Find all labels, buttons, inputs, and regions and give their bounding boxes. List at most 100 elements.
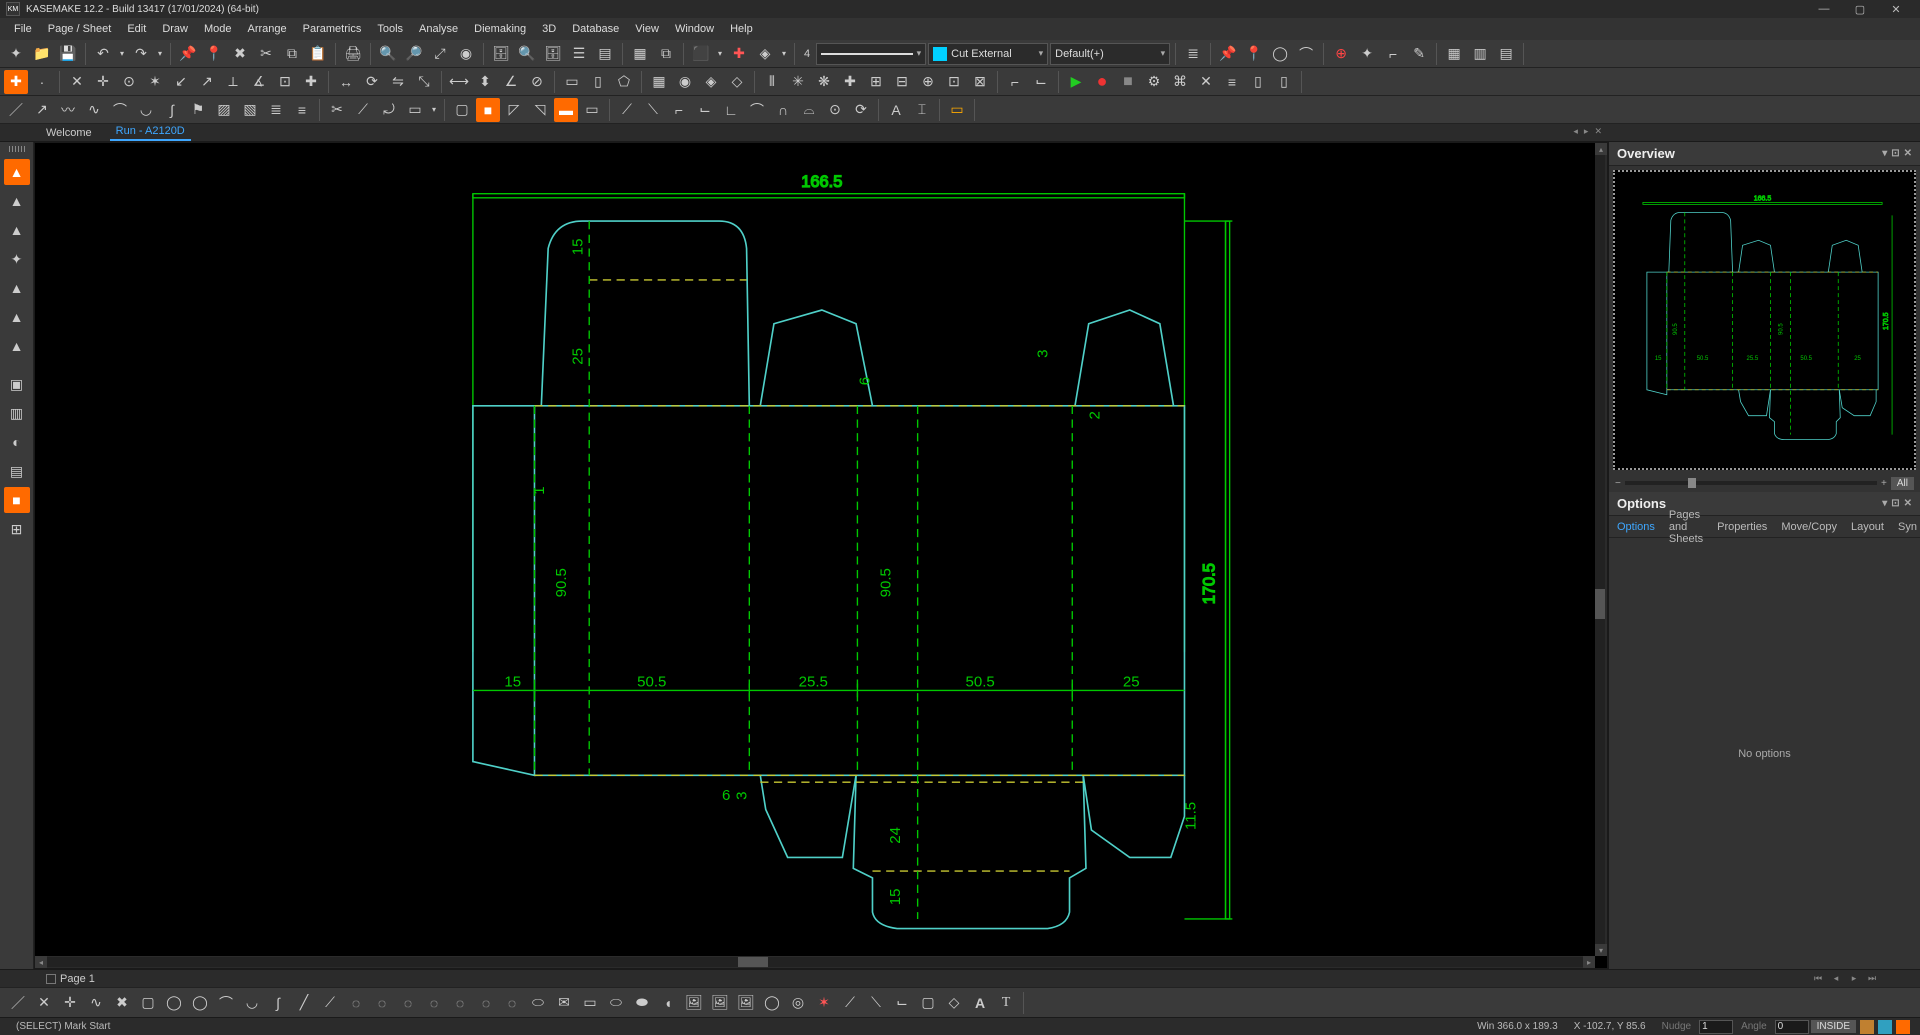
- grid3-icon[interactable]: ▤: [1494, 42, 1518, 66]
- delete-icon[interactable]: ✖: [228, 42, 252, 66]
- align-b-icon[interactable]: ✳: [786, 70, 810, 94]
- layer-combo[interactable]: Default(+) ▾: [1050, 43, 1170, 65]
- bezier-icon[interactable]: ∫: [160, 98, 184, 122]
- scroll-left-icon[interactable]: ◂: [35, 956, 47, 968]
- menu-tools[interactable]: Tools: [369, 20, 411, 38]
- path-a-icon[interactable]: ⟋: [615, 98, 639, 122]
- snap-center-icon[interactable]: ⊕: [1329, 42, 1353, 66]
- sel-pointer-icon[interactable]: ▭: [560, 70, 584, 94]
- path-d-icon[interactable]: ⌙: [693, 98, 717, 122]
- snap-c-icon[interactable]: ⊙: [117, 70, 141, 94]
- record-icon[interactable]: ●: [1090, 70, 1114, 94]
- bt-a-icon[interactable]: ／: [6, 991, 30, 1015]
- bt-ellipse-icon[interactable]: ◯: [162, 991, 186, 1015]
- rect-fill-icon[interactable]: ■: [476, 98, 500, 122]
- bt-textT-icon[interactable]: T: [994, 991, 1018, 1015]
- doc-tab-close-icon[interactable]: ✕: [1594, 126, 1602, 137]
- options-pin-icon[interactable]: ⊡: [1891, 498, 1899, 509]
- opttab-options[interactable]: Options: [1615, 518, 1657, 536]
- arr-d-icon[interactable]: ◇: [725, 70, 749, 94]
- tri-a-icon[interactable]: ◸: [502, 98, 526, 122]
- bt-arc1-icon[interactable]: ⌒: [214, 991, 238, 1015]
- path-f-icon[interactable]: ⌒: [745, 98, 769, 122]
- layers-icon[interactable]: ≣: [1181, 42, 1205, 66]
- new-icon[interactable]: ✦: [4, 42, 28, 66]
- snap-g-icon[interactable]: ⟂: [221, 70, 245, 94]
- opttab-layout[interactable]: Layout: [1849, 518, 1886, 536]
- bt-img3-icon[interactable]: 🖼: [734, 991, 758, 1015]
- corner-a-icon[interactable]: ⌐: [1003, 70, 1027, 94]
- zoom-plus-icon[interactable]: +: [1881, 478, 1887, 489]
- bt-cc2-icon[interactable]: ◎: [786, 991, 810, 1015]
- trim-a-icon[interactable]: ✂: [325, 98, 349, 122]
- bt-d-icon[interactable]: ∿: [84, 991, 108, 1015]
- dim-circle-icon[interactable]: ◯: [1268, 42, 1292, 66]
- page-last-icon[interactable]: ⏭: [1864, 973, 1880, 984]
- copy-icon[interactable]: ⧉: [280, 42, 304, 66]
- linetype-combo[interactable]: Cut External ▾: [928, 43, 1048, 65]
- zoom-extents-icon[interactable]: ⤢: [428, 42, 452, 66]
- dim-v-icon[interactable]: ⬍: [473, 70, 497, 94]
- options-min-icon[interactable]: ▾: [1882, 498, 1887, 509]
- trim-drop-icon[interactable]: ▾: [429, 98, 439, 122]
- trim-d-icon[interactable]: ▭: [403, 98, 427, 122]
- menu-arrange[interactable]: Arrange: [240, 20, 295, 38]
- bt-cc1-icon[interactable]: ◯: [760, 991, 784, 1015]
- sel-rect-icon[interactable]: ▯: [586, 70, 610, 94]
- zoom-minus-icon[interactable]: −: [1615, 478, 1621, 489]
- scale-icon[interactable]: ⤡: [412, 70, 436, 94]
- dim-pin1-icon[interactable]: 📌: [1216, 42, 1240, 66]
- page-next-icon[interactable]: ▸: [1846, 973, 1862, 984]
- snap-end-icon[interactable]: ✦: [1355, 42, 1379, 66]
- tab-welcome[interactable]: Welcome: [40, 125, 98, 141]
- arr-c-icon[interactable]: ◈: [699, 70, 723, 94]
- layout2-icon[interactable]: ⧉: [654, 42, 678, 66]
- bt-arc2-icon[interactable]: ◡: [240, 991, 264, 1015]
- cube2-icon[interactable]: ◈: [753, 42, 777, 66]
- snap-j-icon[interactable]: ✚: [299, 70, 323, 94]
- page-first-icon[interactable]: ⏮: [1810, 973, 1826, 984]
- align-i-icon[interactable]: ⊠: [968, 70, 992, 94]
- redo-drop-icon[interactable]: ▾: [155, 42, 165, 66]
- panel-c-icon[interactable]: ◐: [4, 429, 30, 455]
- page-visible-checkbox[interactable]: [46, 974, 56, 984]
- page-tab-1[interactable]: Page 1: [40, 971, 101, 987]
- inside-button[interactable]: INSIDE: [1811, 1020, 1856, 1033]
- overview-min-icon[interactable]: ▾: [1882, 148, 1887, 159]
- path-b-icon[interactable]: ⟍: [641, 98, 665, 122]
- minimize-button[interactable]: —: [1806, 0, 1842, 18]
- select-edit-icon[interactable]: ▲: [4, 304, 30, 330]
- menu-draw[interactable]: Draw: [154, 20, 196, 38]
- text-icon[interactable]: A: [884, 98, 908, 122]
- trim-c-icon[interactable]: ⤾: [377, 98, 401, 122]
- overview-close-icon[interactable]: ✕: [1904, 148, 1912, 159]
- panel-b-icon[interactable]: ▥: [4, 400, 30, 426]
- bt-box-icon[interactable]: ▢: [916, 991, 940, 1015]
- align-d-icon[interactable]: ✚: [838, 70, 862, 94]
- bt-c-icon[interactable]: ✛: [58, 991, 82, 1015]
- align-e-icon[interactable]: ⊞: [864, 70, 888, 94]
- dim-rad-icon[interactable]: ⊘: [525, 70, 549, 94]
- grid2-icon[interactable]: ▥: [1468, 42, 1492, 66]
- text2-icon[interactable]: ⌶: [910, 98, 934, 122]
- align-h-icon[interactable]: ⊡: [942, 70, 966, 94]
- script-c-icon[interactable]: ✕: [1194, 70, 1218, 94]
- bt-rr1-icon[interactable]: ▭: [578, 991, 602, 1015]
- database-icon[interactable]: 🗄: [489, 42, 513, 66]
- origin-icon[interactable]: ✚: [4, 70, 28, 94]
- tri-b-icon[interactable]: ◹: [528, 98, 552, 122]
- bt-b-icon[interactable]: ✕: [32, 991, 56, 1015]
- lineweight-combo[interactable]: ▾: [816, 43, 926, 65]
- path-g-icon[interactable]: ∩: [771, 98, 795, 122]
- arc2-icon[interactable]: ◡: [134, 98, 158, 122]
- bt-line2-icon[interactable]: ╱: [292, 991, 316, 1015]
- script-b-icon[interactable]: ⌘: [1168, 70, 1192, 94]
- menu-page-sheet[interactable]: Page / Sheet: [40, 20, 120, 38]
- bt-slot-icon[interactable]: ⬭: [526, 991, 550, 1015]
- cube2-drop-icon[interactable]: ▾: [779, 42, 789, 66]
- rect-icon[interactable]: ▢: [450, 98, 474, 122]
- script-icon[interactable]: ≣: [264, 98, 288, 122]
- snap-e-icon[interactable]: ↙: [169, 70, 193, 94]
- script-f-icon[interactable]: ▯: [1272, 70, 1296, 94]
- ray-icon[interactable]: ↗: [30, 98, 54, 122]
